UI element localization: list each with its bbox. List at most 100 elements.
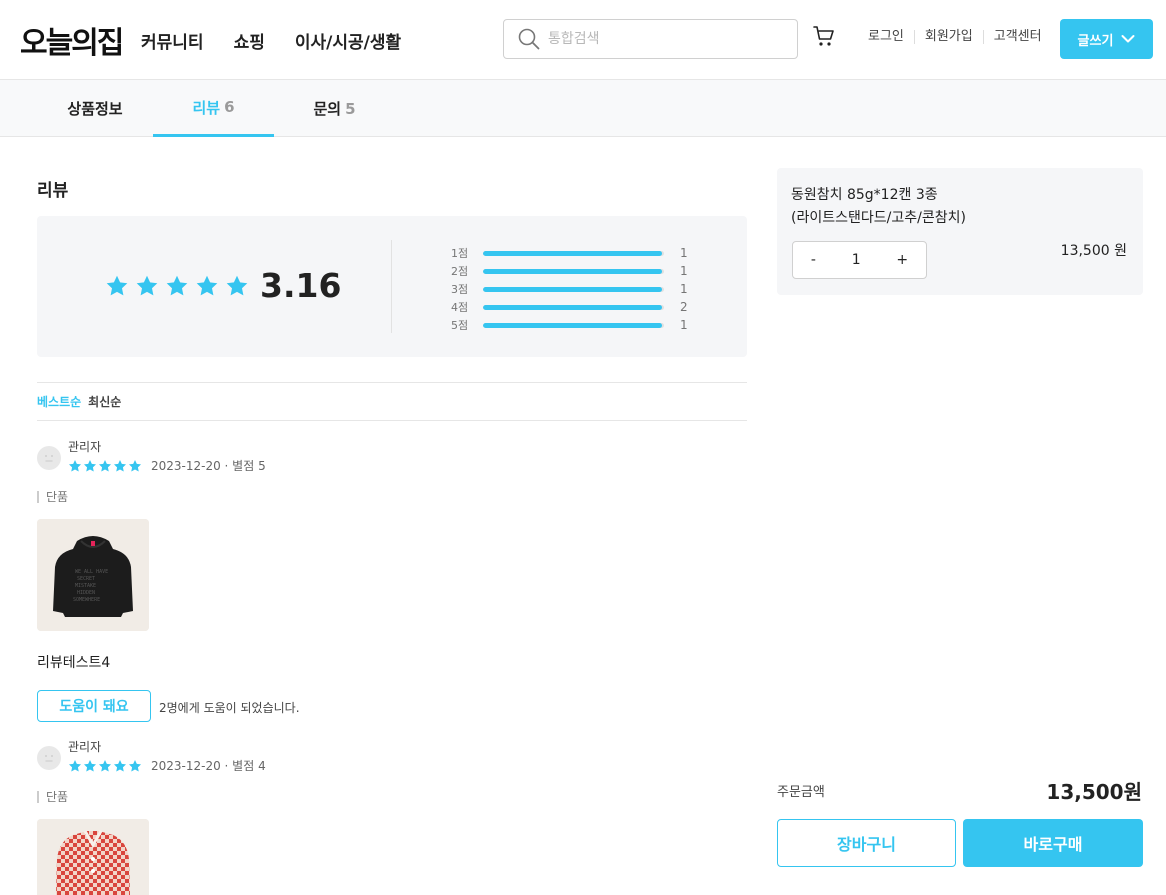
star-icon <box>196 275 218 296</box>
tab-count: 6 <box>224 98 235 116</box>
svg-text:SECRET: SECRET <box>77 576 95 582</box>
dist-count: 1 <box>680 318 688 332</box>
option-price: 13,500 원 <box>1060 243 1127 259</box>
star-icon <box>166 275 188 296</box>
dist-row: 3점 1 <box>451 280 691 298</box>
top-header: 오늘의집 커뮤니티 쇼핑 이사/시공/생활 로그인 회원가입 고객센터 글쓰기 <box>0 0 1166 80</box>
tab-label: 리뷰 <box>192 98 221 117</box>
dist-count: 1 <box>680 246 688 260</box>
signup-link[interactable]: 회원가입 <box>913 30 983 44</box>
dist-bar <box>483 250 664 256</box>
review-option: 단품 <box>37 791 68 803</box>
dist-label: 2점 <box>451 265 469 278</box>
main-nav: 커뮤니티 쇼핑 이사/시공/생활 <box>141 28 401 53</box>
write-button[interactable]: 글쓰기 <box>1060 19 1153 59</box>
dist-row: 2점 1 <box>451 262 691 280</box>
tab-count: 5 <box>345 99 356 118</box>
dist-count: 2 <box>680 300 688 314</box>
dist-count: 1 <box>680 282 688 296</box>
quantity-value[interactable]: 1 <box>852 252 861 268</box>
star-icon <box>128 459 142 471</box>
review-photo-jacket[interactable] <box>37 819 149 895</box>
star-icon <box>83 459 97 471</box>
dist-row: 5점 1 <box>451 316 691 334</box>
review-stars <box>68 459 142 473</box>
svg-text:SOMEWHERE: SOMEWHERE <box>73 597 100 603</box>
helpful-count: 2명에게 도움이 되었습니다. <box>159 701 300 715</box>
total-label: 주문금액 <box>777 785 825 800</box>
dist-bar-fill <box>483 250 663 256</box>
review-text: 리뷰테스트4 <box>37 655 111 671</box>
star-icon <box>113 759 127 771</box>
star-icon <box>83 759 97 771</box>
average-stars <box>105 274 249 298</box>
sort-latest[interactable]: 최신순 <box>88 393 121 410</box>
dist-bar <box>483 322 664 328</box>
increase-button[interactable]: + <box>896 252 908 268</box>
buy-now-button[interactable]: 바로구매 <box>963 819 1143 867</box>
support-link[interactable]: 고객센터 <box>982 30 1052 44</box>
util-links: 로그인 회원가입 고객센터 <box>858 30 1052 44</box>
dist-bar <box>483 286 664 292</box>
star-icon <box>106 275 128 296</box>
svg-text:WE ALL HAVE: WE ALL HAVE <box>75 569 108 575</box>
selected-option-box: 동원참치 85g*12캔 3종 (라이트스탠다드/고추/콘참치) - 1 + 1… <box>777 168 1143 295</box>
avatar <box>37 746 61 770</box>
write-button-label: 글쓰기 <box>1077 33 1114 49</box>
review-author: 관리자 <box>68 440 102 454</box>
dist-label: 1점 <box>451 247 469 260</box>
dist-label: 3점 <box>451 283 469 296</box>
dist-row: 1점 1 <box>451 244 691 262</box>
add-to-cart-button[interactable]: 장바구니 <box>777 819 956 867</box>
review-meta: 2023-12-20 · 별점 4 <box>68 757 266 774</box>
review-item: 관리자 2023-12-20 · 별점 4 단품 <box>37 738 747 895</box>
dist-bar <box>483 304 664 310</box>
tab-reviews[interactable]: 리뷰 6 <box>153 80 274 137</box>
dist-count: 1 <box>680 264 688 278</box>
dist-bar-fill <box>483 304 663 310</box>
search-icon <box>518 28 540 50</box>
review-photo-hoodie[interactable]: WE ALL HAVE SECRET MISTAKE HIDDEN SOMEWH… <box>37 519 149 631</box>
tab-product-info[interactable]: 상품정보 <box>37 80 153 137</box>
product-name-line: (라이트스탠다드/고추/콘참치) <box>791 210 966 226</box>
review-option: 단품 <box>37 491 68 503</box>
divider <box>391 240 392 333</box>
dist-bar-fill <box>483 322 663 328</box>
dist-row: 4점 2 <box>451 298 691 316</box>
avatar <box>37 446 61 470</box>
helpful-button[interactable]: 도움이 돼요 <box>37 690 151 722</box>
review-date: 2023-12-20 · 별점 5 <box>151 459 266 473</box>
review-author: 관리자 <box>68 740 102 754</box>
star-icon <box>68 459 82 471</box>
quantity-stepper: - 1 + <box>792 241 927 279</box>
dist-label: 4점 <box>451 301 469 314</box>
cart-icon[interactable] <box>812 24 836 52</box>
rating-summary: 3.16 1점 1 2점 1 3점 1 4점 2 5점 1 <box>37 216 747 357</box>
review-section-title: 리뷰 <box>37 181 69 201</box>
total-price: 13,500원 <box>1046 780 1142 804</box>
search-input[interactable] <box>548 31 778 47</box>
review-date: 2023-12-20 · 별점 4 <box>151 759 266 773</box>
star-icon <box>113 459 127 471</box>
dist-label: 5점 <box>451 319 469 332</box>
tab-inquiry[interactable]: 문의 5 <box>274 80 395 137</box>
dist-bar <box>483 268 664 274</box>
svg-text:HIDDEN: HIDDEN <box>77 590 95 596</box>
tab-label: 상품정보 <box>67 100 123 118</box>
nav-shopping[interactable]: 쇼핑 <box>234 28 265 53</box>
chevron-down-icon <box>1121 35 1135 43</box>
login-link[interactable]: 로그인 <box>858 30 914 44</box>
star-icon <box>98 459 112 471</box>
sort-best[interactable]: 베스트순 <box>37 393 81 410</box>
star-icon <box>68 759 82 771</box>
nav-community[interactable]: 커뮤니티 <box>141 28 204 53</box>
review-item: 관리자 2023-12-20 · 별점 5 단품 WE ALL HAVE SEC… <box>37 438 747 728</box>
selected-product-name: 동원참치 85g*12캔 3종 (라이트스탠다드/고추/콘참치) <box>791 184 966 230</box>
logo[interactable]: 오늘의집 <box>20 18 124 62</box>
tab-label: 문의 <box>313 100 342 118</box>
nav-moving[interactable]: 이사/시공/생활 <box>295 28 401 53</box>
dist-bar-fill <box>483 286 663 292</box>
average-score: 3.16 <box>260 266 342 305</box>
star-icon <box>128 759 142 771</box>
decrease-button[interactable]: - <box>811 252 816 268</box>
